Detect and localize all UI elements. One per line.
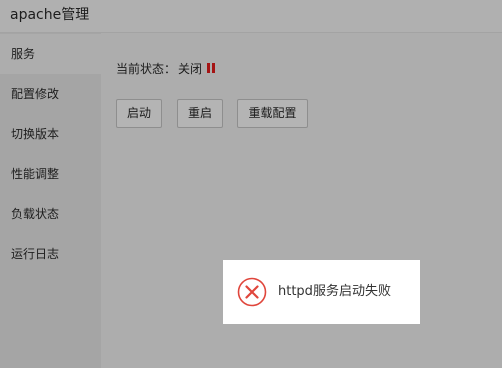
apache-manager-window: apache管理 服务 配置修改 切换版本 性能调整 负载状态 运行日志 当前状… xyxy=(0,0,502,368)
restart-button[interactable]: 重启 xyxy=(177,99,223,128)
window-title: apache管理 xyxy=(10,7,90,23)
status-value: 关闭 xyxy=(178,62,203,76)
sidebar-item-performance[interactable]: 性能调整 xyxy=(0,154,101,194)
status-row: 当前状态： 关闭 xyxy=(116,61,216,77)
sidebar-item-service[interactable]: 服务 xyxy=(0,34,101,74)
toast-message: httpd服务启动失败 xyxy=(278,284,391,299)
sidebar-item-switch-version[interactable]: 切换版本 xyxy=(0,114,101,154)
title-bar: apache管理 xyxy=(0,0,502,33)
start-button[interactable]: 启动 xyxy=(116,99,162,128)
status-label: 当前状态： xyxy=(116,62,177,76)
error-circle-icon xyxy=(237,277,267,307)
sidebar-item-config-edit[interactable]: 配置修改 xyxy=(0,74,101,114)
sidebar-item-load-status[interactable]: 负载状态 xyxy=(0,194,101,234)
error-toast: httpd服务启动失败 xyxy=(223,260,420,324)
sidebar-item-run-log[interactable]: 运行日志 xyxy=(0,234,101,274)
pause-icon xyxy=(207,63,216,73)
reload-config-button[interactable]: 重载配置 xyxy=(237,99,308,128)
sidebar: 服务 配置修改 切换版本 性能调整 负载状态 运行日志 xyxy=(0,33,101,368)
